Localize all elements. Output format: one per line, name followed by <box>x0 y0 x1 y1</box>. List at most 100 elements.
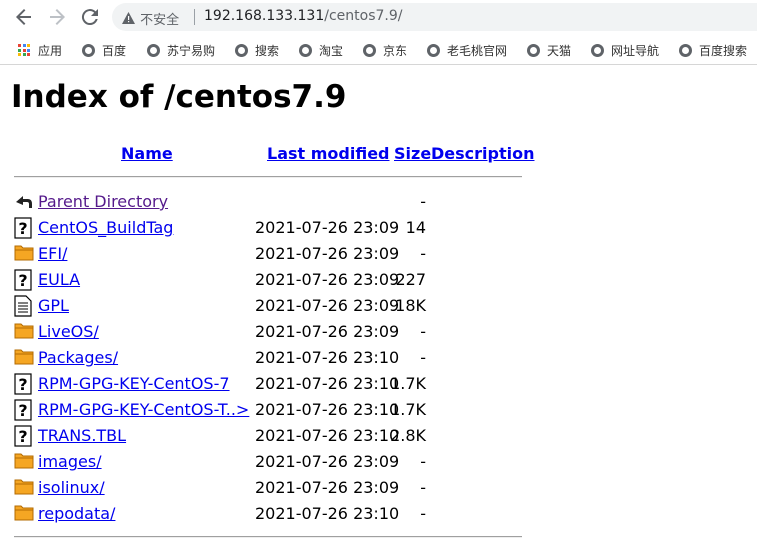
row-size: 227 <box>395 270 426 289</box>
forward-button[interactable] <box>45 5 69 29</box>
svg-text:?: ? <box>18 375 27 394</box>
address-bar[interactable]: 不安全 192.168.133.131/centos7.9/ <box>112 3 757 31</box>
globe-icon <box>147 43 160 57</box>
file-link[interactable]: images/ <box>38 452 102 471</box>
globe-icon <box>299 43 312 57</box>
row-modified: 2021-07-26 23:10 <box>255 348 400 367</box>
parent-directory-link[interactable]: Parent Directory <box>38 192 168 211</box>
file-row: ? EULA 2021-07-26 23:09 227 <box>14 267 614 291</box>
file-link[interactable]: RPM-GPG-KEY-CentOS-7 <box>38 374 230 393</box>
svg-text:?: ? <box>18 427 27 446</box>
url-path: /centos7.9/ <box>324 8 403 24</box>
bookmark-item[interactable]: 百度 <box>82 41 126 59</box>
row-size: - <box>420 504 426 523</box>
bookmark-label: 老毛桃官网 <box>447 43 508 58</box>
unknown-file-icon: ? <box>14 269 34 291</box>
file-link[interactable]: Packages/ <box>38 348 118 367</box>
file-row: Packages/2021-07-26 23:10 - <box>14 345 614 369</box>
file-row: ? TRANS.TBL 2021-07-26 23:10 2.8K <box>14 423 614 447</box>
file-link[interactable]: LiveOS/ <box>38 322 99 341</box>
file-link[interactable]: isolinux/ <box>38 478 105 497</box>
bookmark-label: 淘宝 <box>319 43 344 58</box>
row-modified: 2021-07-26 23:09 <box>255 322 400 341</box>
folder-icon <box>14 451 34 473</box>
row-modified: 2021-07-26 23:10 <box>255 400 400 419</box>
file-link[interactable]: TRANS.TBL <box>38 426 126 445</box>
column-header-name[interactable]: Name <box>121 144 173 163</box>
globe-icon <box>235 43 248 57</box>
apps-grid-icon <box>18 44 30 56</box>
reload-button[interactable] <box>78 5 102 29</box>
back-arrow-icon <box>16 9 31 25</box>
svg-text:?: ? <box>18 401 27 420</box>
row-size: - <box>420 452 426 471</box>
unknown-file-icon: ? <box>14 399 34 421</box>
file-link[interactable]: GPL <box>38 296 69 315</box>
row-size: - <box>420 244 426 263</box>
globe-icon <box>363 43 376 57</box>
row-size: 18K <box>395 296 426 315</box>
bookmark-apps[interactable]: 应用 <box>18 41 62 59</box>
column-header-description[interactable]: Description <box>431 144 534 163</box>
unknown-file-icon: ? <box>14 217 34 239</box>
file-row: isolinux/2021-07-26 23:09 - <box>14 475 614 499</box>
row-size: - <box>420 348 426 367</box>
file-link[interactable]: repodata/ <box>38 504 115 523</box>
forward-arrow-icon <box>50 9 65 25</box>
bookmark-item[interactable]: 网址导航 <box>591 41 659 59</box>
url-host: 192.168.133.131 <box>204 8 325 24</box>
file-link[interactable]: EULA <box>38 270 80 289</box>
bookmark-label: 百度搜索 <box>699 43 748 58</box>
file-row: ? RPM-GPG-KEY-CentOS-7 2021-07-26 23:10 1.7… <box>14 371 614 395</box>
file-row: repodata/2021-07-26 23:10 - <box>14 501 614 525</box>
folder-icon <box>14 321 34 343</box>
file-row: images/2021-07-26 23:09 - <box>14 449 614 473</box>
folder-icon <box>14 243 34 265</box>
bookmark-label: 应用 <box>38 43 63 58</box>
bookmark-label: 搜索 <box>255 43 280 58</box>
file-row: LiveOS/2021-07-26 23:09 - <box>14 319 614 343</box>
row-modified: 2021-07-26 23:09 <box>255 270 400 289</box>
file-row: EFI/2021-07-26 23:09 - <box>14 241 614 265</box>
column-header-size[interactable]: Size <box>394 144 431 163</box>
row-size: - <box>420 192 426 211</box>
security-separator <box>194 9 195 25</box>
bookmark-item[interactable]: 淘宝 <box>299 41 343 59</box>
bookmark-item[interactable]: 老毛桃官网 <box>427 41 507 59</box>
file-row: ? RPM-GPG-KEY-CentOS-T..> 2021-07-26 23:10… <box>14 397 614 421</box>
bookmark-item[interactable]: 京东 <box>363 41 407 59</box>
warning-icon <box>122 12 136 28</box>
folder-icon <box>14 477 34 499</box>
back-button[interactable] <box>12 5 36 29</box>
column-header-last-modified[interactable]: Last modified <box>267 144 390 163</box>
bookmark-label: 网址导航 <box>611 43 660 58</box>
bookmark-item[interactable]: 天猫 <box>527 41 571 59</box>
url-text[interactable]: 192.168.133.131/centos7.9/ <box>204 8 402 24</box>
row-modified: 2021-07-26 23:09 <box>255 296 400 315</box>
row-modified: 2021-07-26 23:09 <box>255 218 400 237</box>
bookmarks-bar: 应用 百度 苏宁易购 搜索 淘宝 京东 老毛桃官网 天猫 网址导航 百度搜索 <box>0 34 757 65</box>
security-label: 不安全 <box>140 13 180 28</box>
folder-icon <box>14 347 34 369</box>
row-modified: 2021-07-26 23:10 <box>255 426 400 445</box>
file-link[interactable]: RPM-GPG-KEY-CentOS-T..> <box>38 400 249 419</box>
file-link[interactable]: EFI/ <box>38 244 67 263</box>
file-row: ? CentOS_BuildTag 2021-07-26 23:09 14 <box>14 215 614 239</box>
bookmark-item[interactable]: 百度搜索 <box>679 41 747 59</box>
globe-icon <box>427 43 440 57</box>
bookmark-item[interactable]: 搜索 <box>235 41 279 59</box>
reload-icon <box>81 9 98 26</box>
bookmark-label: 苏宁易购 <box>167 43 216 58</box>
unknown-file-icon: ? <box>14 425 34 447</box>
file-link[interactable]: CentOS_BuildTag <box>38 218 173 237</box>
bookmark-item[interactable]: 苏宁易购 <box>147 41 215 59</box>
row-modified: 2021-07-26 23:09 <box>255 452 400 471</box>
globe-icon <box>591 43 604 57</box>
browser-toolbar: 不安全 192.168.133.131/centos7.9/ <box>0 0 757 34</box>
text-file-icon <box>14 295 34 317</box>
row-size: - <box>420 478 426 497</box>
svg-text:?: ? <box>18 271 27 290</box>
security-indicator[interactable]: 不安全 <box>122 9 179 28</box>
globe-icon <box>82 43 95 57</box>
file-row: GPL 2021-07-26 23:09 18K <box>14 293 614 317</box>
